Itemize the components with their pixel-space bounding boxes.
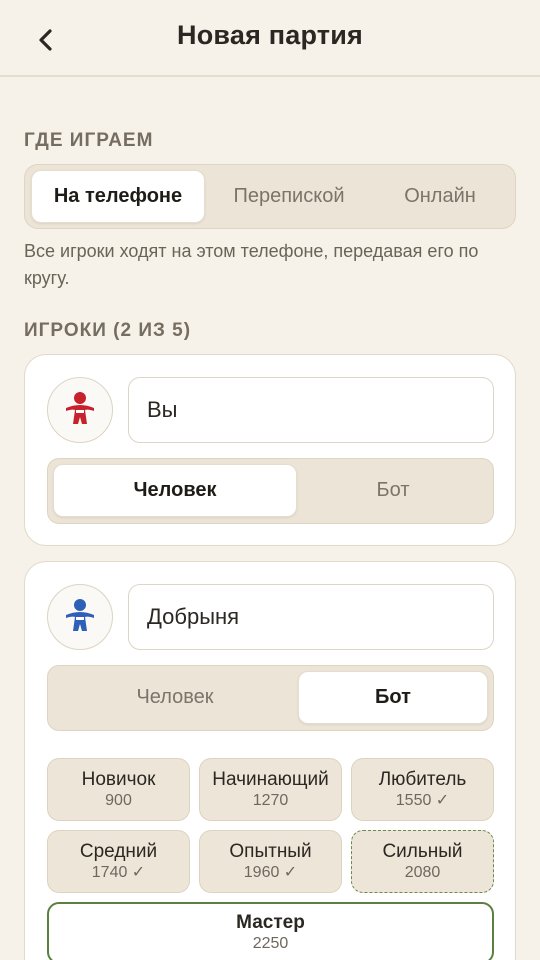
- page-title: Новая партия: [177, 20, 363, 50]
- player-type-selector: Человек Бот: [47, 665, 494, 731]
- level-rating: 1960 ✓: [243, 863, 298, 881]
- level-rating: 2250: [252, 935, 289, 952]
- level-name: Опытный: [229, 840, 312, 862]
- level-name: Любитель: [378, 768, 467, 790]
- play-mode-selector: На телефоне Перепиской Онлайн: [24, 164, 516, 229]
- player-figure-icon: [66, 392, 94, 424]
- where-section-label: ГДЕ ИГРАЕМ: [24, 130, 154, 151]
- player-name-input[interactable]: [128, 584, 494, 650]
- player-name-input[interactable]: [128, 377, 494, 443]
- bot-level-intermediate[interactable]: Средний 1740 ✓: [47, 830, 190, 893]
- player-type-selector: Человек Бот: [47, 458, 494, 524]
- type-bot-option[interactable]: Бот: [298, 464, 488, 517]
- bot-level-experienced[interactable]: Опытный 1960 ✓: [199, 830, 342, 893]
- player-card: Человек Бот: [24, 354, 516, 546]
- type-human-option[interactable]: Человек: [53, 671, 297, 724]
- player-avatar[interactable]: [47, 377, 113, 443]
- type-bot-option[interactable]: Бот: [298, 671, 488, 724]
- bot-level-strong[interactable]: Сильный 2080: [351, 830, 494, 893]
- top-bar: Новая партия: [0, 0, 540, 77]
- level-name: Мастер: [236, 912, 305, 933]
- level-rating: 1550 ✓: [395, 791, 450, 809]
- level-rating: 2080: [404, 863, 441, 881]
- level-name: Средний: [79, 840, 158, 862]
- players-section-label: ИГРОКИ (2 ИЗ 5): [24, 320, 192, 341]
- player-figure-icon: [66, 599, 94, 631]
- type-human-option[interactable]: Человек: [53, 464, 297, 517]
- tab-on-phone[interactable]: На телефоне: [31, 170, 205, 223]
- player-avatar[interactable]: [47, 584, 113, 650]
- bot-level-novice[interactable]: Новичок 900: [47, 758, 190, 821]
- bot-level-beginner[interactable]: Начинающий 1270: [199, 758, 342, 821]
- level-rating: 1270: [252, 791, 289, 809]
- play-mode-hint: Все игроки ходят на этом телефоне, перед…: [24, 241, 479, 288]
- bot-level-amateur[interactable]: Любитель 1550 ✓: [351, 758, 494, 821]
- level-rating: 1740 ✓: [91, 863, 146, 881]
- bot-level-master[interactable]: Мастер 2250: [47, 902, 494, 960]
- level-name: Начинающий: [212, 768, 329, 790]
- level-rating: 900: [105, 791, 132, 809]
- player-card: Человек Бот Новичок 900 Начинающий 1270 …: [24, 561, 516, 960]
- tab-online[interactable]: Онлайн: [365, 170, 515, 223]
- tab-by-correspondence[interactable]: Перепиской: [211, 170, 367, 223]
- level-name: Сильный: [382, 840, 463, 862]
- level-name: Новичок: [81, 768, 156, 790]
